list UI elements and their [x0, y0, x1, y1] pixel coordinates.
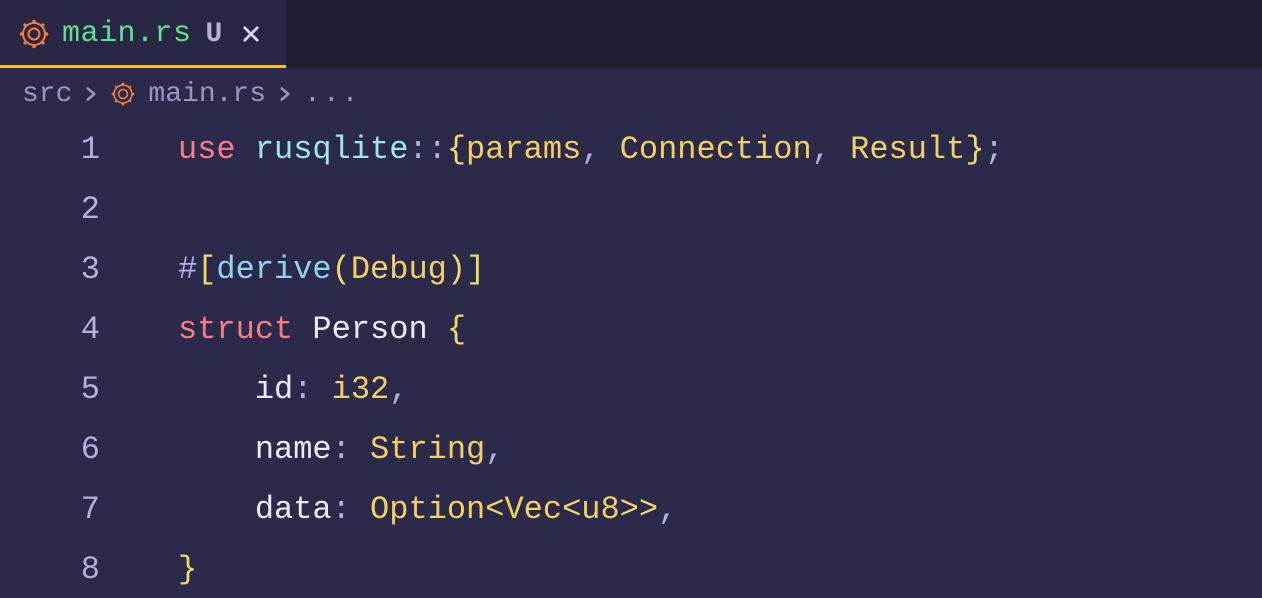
line-number-gutter: 12345678 [0, 120, 130, 598]
line-number: 7 [0, 480, 100, 540]
close-icon[interactable] [240, 23, 262, 45]
code-content[interactable]: use rusqlite::{params, Connection, Resul… [130, 120, 1262, 598]
tab-main-rs[interactable]: main.rs U [0, 0, 286, 68]
line-number: 8 [0, 540, 100, 598]
tab-bar: main.rs U [0, 0, 1262, 68]
chevron-right-icon [84, 87, 98, 101]
breadcrumb-ellipsis[interactable]: ... [304, 79, 360, 110]
line-number: 3 [0, 240, 100, 300]
code-line[interactable]: use rusqlite::{params, Connection, Resul… [178, 120, 1262, 180]
rust-icon [18, 18, 50, 50]
code-line[interactable]: struct Person { [178, 300, 1262, 360]
code-line[interactable]: } [178, 540, 1262, 598]
code-editor[interactable]: 12345678 use rusqlite::{params, Connecti… [0, 120, 1262, 598]
breadcrumb-segment-src[interactable]: src [22, 79, 72, 110]
code-line[interactable]: id: i32, [178, 360, 1262, 420]
code-line[interactable]: data: Option<Vec<u8>>, [178, 480, 1262, 540]
line-number: 5 [0, 360, 100, 420]
line-number: 6 [0, 420, 100, 480]
code-line[interactable]: name: String, [178, 420, 1262, 480]
line-number: 4 [0, 300, 100, 360]
breadcrumb[interactable]: src main.rs ... [0, 68, 1262, 120]
code-line[interactable]: #[derive(Debug)] [178, 240, 1262, 300]
chevron-right-icon [278, 87, 292, 101]
tab-filename: main.rs [62, 17, 192, 51]
breadcrumb-segment-file[interactable]: main.rs [148, 79, 266, 110]
line-number: 2 [0, 180, 100, 240]
tab-modified-badge: U [206, 19, 223, 50]
code-line[interactable] [178, 180, 1262, 240]
rust-icon [110, 81, 136, 107]
line-number: 1 [0, 120, 100, 180]
